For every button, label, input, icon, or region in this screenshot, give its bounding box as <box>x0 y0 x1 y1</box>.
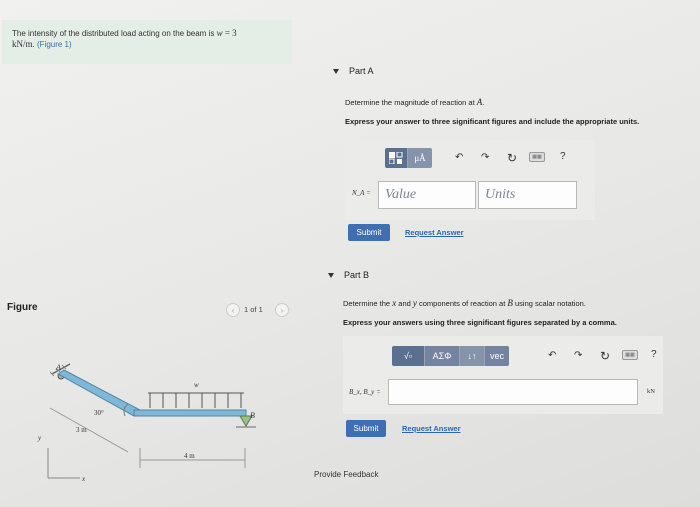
part-b-instr-tail: using scalar notation. <box>515 299 586 308</box>
label-angle: 30° <box>94 409 104 417</box>
part-a-toolbar-group: μÅ <box>385 148 432 168</box>
label-b: B <box>250 411 255 420</box>
collapse-triangle-icon <box>328 272 334 278</box>
part-b-toolbar: √▫ ΑΣΦ ↓↑ vec <box>392 346 509 366</box>
problem-text: The intensity of the distributed load ac… <box>12 29 215 38</box>
part-b-units-label: kN <box>647 388 655 395</box>
help-icon[interactable]: ? <box>560 151 566 162</box>
arrows-button[interactable]: ↓↑ <box>460 346 484 366</box>
keyboard-button[interactable]: ▦▦ <box>529 152 545 162</box>
reset-icon[interactable]: ↻ <box>600 349 610 363</box>
part-b-toolbar-group: √▫ ΑΣΦ ↓↑ vec <box>392 346 509 366</box>
part-a-instruction: Determine the magnitude of reaction at A… <box>345 97 484 107</box>
part-a-instruction-text: Determine the magnitude of reaction at <box>345 98 475 107</box>
undo-icon[interactable]: ↶ <box>455 152 463 163</box>
figure-title: Figure <box>7 302 38 313</box>
redo-icon[interactable]: ↷ <box>574 350 582 361</box>
matrix-template-icon <box>389 152 403 164</box>
undo-icon[interactable]: ↶ <box>548 350 556 361</box>
sqrt-template-button[interactable]: √▫ <box>392 346 424 366</box>
components-input[interactable] <box>388 379 638 405</box>
part-b-instr-end: components of reaction at <box>419 299 506 308</box>
keyboard-icon: ▦▦ <box>529 152 545 162</box>
label-3m: 3 m <box>76 426 87 434</box>
provide-feedback-link[interactable]: Provide Feedback <box>314 470 378 479</box>
part-a-variable-label: N_A = <box>352 189 371 197</box>
part-b-title: Part B <box>344 270 370 280</box>
part-a-request-answer-link[interactable]: Request Answer <box>405 228 464 237</box>
beam-figure: A B w 30° 3 m 4 m y x <box>37 363 256 483</box>
value-input[interactable]: Value <box>378 181 476 209</box>
part-b-variable-label: B_x, B_y = <box>349 388 381 396</box>
part-b-request-answer-link[interactable]: Request Answer <box>402 424 461 433</box>
horizontal-beam <box>133 409 247 417</box>
part-a-instruction-end: . <box>482 98 485 107</box>
part-b-header[interactable]: Part B <box>328 270 369 280</box>
part-a-header[interactable]: Part A <box>333 66 374 76</box>
distributed-load <box>148 392 244 408</box>
collapse-triangle-icon <box>333 68 339 74</box>
part-b-point: B <box>507 298 513 308</box>
prev-figure-button[interactable]: ‹ <box>226 303 240 317</box>
keyboard-icon: ▦▦ <box>622 350 638 360</box>
part-b-instruction: Determine the x and y components of reac… <box>343 298 586 308</box>
figure-pager: 1 of 1 <box>244 305 263 314</box>
problem-separator: . <box>32 40 35 49</box>
part-a-submit-button[interactable]: Submit <box>348 224 390 241</box>
vec-button[interactable]: vec <box>485 346 509 366</box>
problem-statement: The intensity of the distributed load ac… <box>2 20 292 64</box>
units-input[interactable]: Units <box>478 181 577 209</box>
part-b-instr-and: and <box>398 299 411 308</box>
part-b-instr-x: x <box>392 298 397 308</box>
keyboard-button[interactable]: ▦▦ <box>622 350 638 360</box>
part-b-instr-y: y <box>412 298 417 308</box>
part-b-submit-button[interactable]: Submit <box>346 420 386 437</box>
problem-value: = 3 <box>224 28 237 38</box>
help-icon[interactable]: ? <box>651 349 657 360</box>
label-x: x <box>81 475 86 483</box>
part-b-instr-start: Determine the <box>343 299 391 308</box>
label-w: w <box>194 381 199 389</box>
part-a-toolbar: μÅ <box>385 148 432 168</box>
figure-link[interactable]: (Figure 1) <box>37 40 72 49</box>
units-mu-button[interactable]: μÅ <box>408 148 432 168</box>
dim-line-inclined <box>49 407 129 453</box>
part-b-express: Express your answers using three signifi… <box>343 318 617 327</box>
matrix-template-button[interactable] <box>385 148 407 168</box>
label-4m: 4 m <box>184 452 195 460</box>
problem-variable: w <box>216 28 223 38</box>
greek-symbols-button[interactable]: ΑΣΦ <box>425 346 459 366</box>
reset-icon[interactable]: ↻ <box>507 151 517 165</box>
part-a-express: Express your answer to three significant… <box>345 117 640 126</box>
label-a: A <box>55 363 61 372</box>
label-y: y <box>37 434 42 442</box>
next-figure-button[interactable]: › <box>275 303 289 317</box>
redo-icon[interactable]: ↷ <box>481 152 489 163</box>
part-a-title: Part A <box>349 66 374 76</box>
problem-units: kN/m <box>12 39 33 49</box>
